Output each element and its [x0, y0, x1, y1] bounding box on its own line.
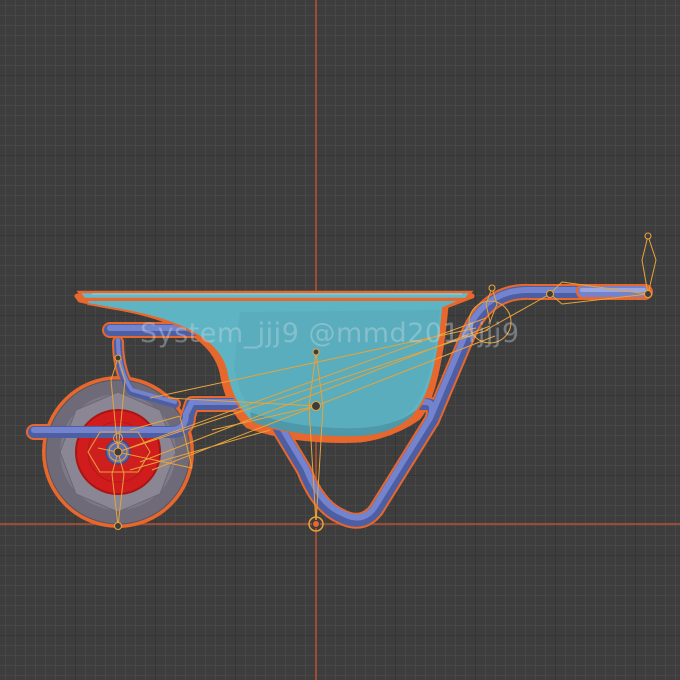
handle-grip[interactable]	[576, 284, 650, 299]
frame-handle-bar	[427, 286, 603, 421]
tray-rim	[76, 290, 474, 301]
3d-viewport[interactable]: System_jjj9 @mmd2014jjj9	[0, 0, 680, 680]
scene-canvas[interactable]	[0, 0, 680, 680]
